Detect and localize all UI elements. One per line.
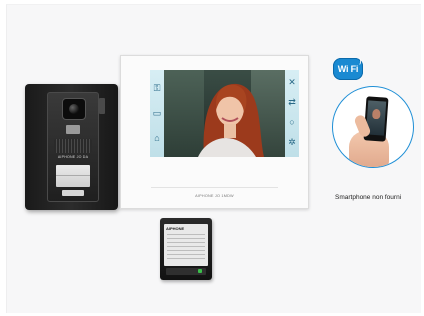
door-station-led [66, 125, 80, 134]
transfer-icon: ⇄ [288, 97, 296, 107]
mute-icon: ✕ [288, 77, 296, 87]
gate-icon: ⌂ [154, 133, 160, 143]
key-icon: ⚿ [153, 83, 161, 93]
screen-left-controls: ⚿ ▭ ⌂ [150, 70, 164, 157]
name-plate [56, 165, 90, 187]
power-supply: AIPHONE [160, 218, 212, 280]
product-image: AIPHONE JO DA ⚿ ▭ ⌂ ✕ ⇄ ○ ✲ AIPHONE JO 1… [0, 0, 424, 316]
power-supply-specs [167, 234, 205, 262]
power-supply-brand: AIPHONE [166, 226, 185, 231]
door-station-panel: AIPHONE JO DA [47, 92, 99, 202]
power-supply-label: AIPHONE [164, 224, 208, 266]
wifi-label: Wi Fi [337, 64, 359, 74]
smartphone-caption: Smartphone non fourni [335, 194, 402, 201]
door-station-side-light [99, 98, 105, 114]
light-icon: ○ [289, 117, 295, 127]
door-station: AIPHONE JO DA [25, 84, 118, 210]
video-feed [164, 70, 285, 157]
camera-icon [62, 98, 86, 120]
monitor-brand: AIPHONE JO 1MDW [195, 194, 234, 198]
screen-right-controls: ✕ ⇄ ○ ✲ [285, 70, 299, 157]
call-button [62, 190, 84, 196]
door-icon: ▭ [152, 108, 162, 118]
power-led [198, 269, 202, 273]
smartphone-circle [332, 86, 414, 168]
monitor-screen: ⚿ ▭ ⌂ ✕ ⇄ ○ ✲ [150, 70, 299, 157]
speaker-grille [54, 139, 92, 153]
video-monitor: ⚿ ▭ ⌂ ✕ ⇄ ○ ✲ AIPHONE JO 1MDW [120, 55, 309, 209]
visitor-image [198, 83, 264, 157]
settings-icon: ✲ [288, 137, 296, 147]
wifi-icon: Wi Fi ) [333, 58, 363, 80]
door-station-brand: AIPHONE JO DA [57, 155, 89, 159]
monitor-divider [151, 187, 278, 188]
